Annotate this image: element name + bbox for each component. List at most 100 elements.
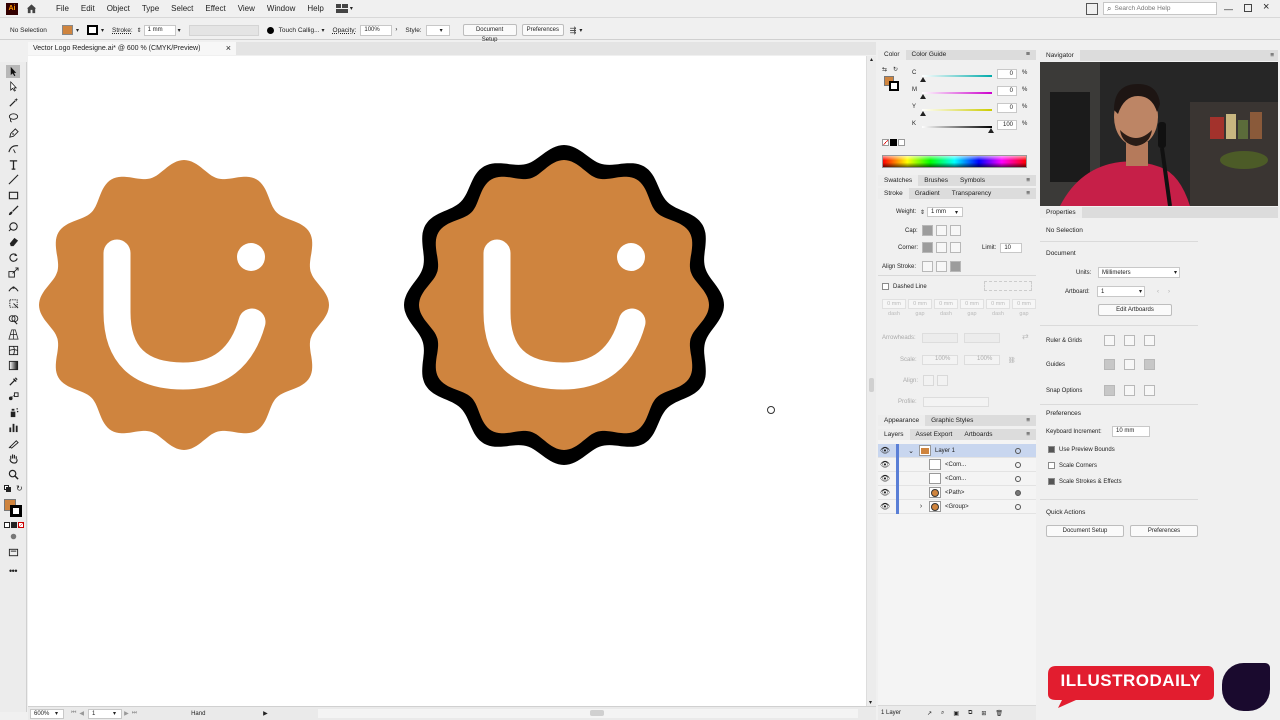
color-spectrum[interactable] xyxy=(882,155,1027,168)
first-artboard-icon[interactable]: ⏮ xyxy=(71,710,76,717)
limit-field[interactable]: 10 xyxy=(1000,242,1023,253)
arrange-documents-icon[interactable] xyxy=(1086,3,1098,15)
width-tool-icon[interactable] xyxy=(6,282,20,295)
visibility-eye-icon[interactable]: 👁 xyxy=(878,460,892,469)
menu-item-help[interactable]: Help xyxy=(301,0,329,18)
menu-item-effect[interactable]: Effect xyxy=(199,0,231,18)
menu-item-window[interactable]: Window xyxy=(261,0,301,18)
arrowhead-start-select[interactable] xyxy=(922,333,958,343)
stroke-stepper[interactable]: ⇕ xyxy=(137,27,142,34)
dash-gap-field[interactable]: 0 mm xyxy=(882,299,906,309)
keyboard-increment-field[interactable]: 10 mm xyxy=(1112,426,1150,437)
free-transform-tool-icon[interactable] xyxy=(6,297,20,310)
curvature-tool-icon[interactable] xyxy=(6,142,20,155)
opacity-arrow-icon[interactable]: › xyxy=(395,27,397,33)
gradient-mode-icon[interactable] xyxy=(11,521,17,528)
last-artboard-icon[interactable]: ⏭ xyxy=(132,710,137,717)
make-clipping-mask-icon[interactable]: ▣ xyxy=(953,710,959,717)
fill-dropdown-icon[interactable]: ▾ xyxy=(76,27,79,34)
channel-value-field[interactable]: 0 xyxy=(997,86,1017,96)
close-window-icon[interactable]: × xyxy=(1263,1,1269,13)
arrow-align-extend-icon[interactable] xyxy=(923,375,934,386)
tab-layers[interactable]: Layers xyxy=(878,429,910,440)
dash-gap-field[interactable]: 0 mm xyxy=(908,299,932,309)
expand-toggle-icon[interactable]: ⌄ xyxy=(905,447,917,455)
layer-name[interactable]: <Group> xyxy=(945,504,1005,510)
align-center-icon[interactable] xyxy=(922,261,933,272)
layer-sublayer-row[interactable]: 👁 <Com... xyxy=(878,471,1036,486)
ruler-icon[interactable] xyxy=(1104,335,1115,346)
direct-selection-tool-icon[interactable] xyxy=(6,80,20,93)
stroke-weight-dropdown-icon[interactable]: ▾ xyxy=(178,27,181,34)
next-artboard-icon[interactable]: ▶ xyxy=(124,710,129,717)
layer-name[interactable]: <Com... xyxy=(945,462,1005,468)
grid-icon[interactable] xyxy=(1124,335,1135,346)
lock-guides-icon[interactable] xyxy=(1124,359,1135,370)
quick-document-setup-button[interactable]: Document Setup xyxy=(1046,525,1124,537)
miter-join-icon[interactable] xyxy=(922,242,933,253)
visibility-eye-icon[interactable]: 👁 xyxy=(878,502,892,511)
scale-tool-icon[interactable] xyxy=(6,266,20,279)
channel-value-field[interactable]: 0 xyxy=(997,69,1017,79)
zoom-tool-icon[interactable] xyxy=(6,468,20,481)
tab-navigator[interactable]: Navigator xyxy=(1040,50,1080,61)
use-preview-bounds-checkbox[interactable] xyxy=(1048,446,1055,453)
new-layer-icon[interactable]: ⊞ xyxy=(981,710,986,717)
layer-name[interactable]: <Path> xyxy=(945,490,1005,496)
default-fill-stroke-icon[interactable]: ↻ xyxy=(0,484,26,497)
logo-without-outline[interactable] xyxy=(39,160,329,450)
weight-stepper[interactable]: ⇕ xyxy=(920,209,925,216)
prev-artboard-arrow-icon[interactable]: ‹ xyxy=(1157,289,1159,295)
variable-width-field[interactable] xyxy=(188,24,259,36)
next-artboard-arrow-icon[interactable]: › xyxy=(1168,289,1170,295)
scale-corners-checkbox[interactable] xyxy=(1048,462,1055,469)
channel-value-field[interactable]: 0 xyxy=(997,103,1017,113)
fill-swatch[interactable] xyxy=(62,25,73,35)
dash-gap-field[interactable]: 0 mm xyxy=(1012,299,1036,309)
style-dropdown-icon[interactable]: ▾ xyxy=(440,27,443,34)
slider-track[interactable] xyxy=(922,126,992,128)
artboard-dropdown-icon[interactable]: ▾ xyxy=(113,710,116,717)
dash-gap-field[interactable]: 0 mm xyxy=(934,299,958,309)
style-swatch[interactable] xyxy=(425,24,450,36)
snap-to-point-icon[interactable] xyxy=(1104,385,1115,396)
new-sublayer-icon[interactable]: ⧉ xyxy=(968,710,972,717)
tab-artboards[interactable]: Artboards xyxy=(958,429,998,440)
stroke-swatch[interactable] xyxy=(87,25,99,35)
slice-tool-icon[interactable] xyxy=(6,437,20,450)
blend-tool-icon[interactable] xyxy=(6,390,20,403)
line-segment-tool-icon[interactable] xyxy=(6,173,20,186)
slider-m[interactable]: M 0% xyxy=(908,85,1034,99)
color-fill-stroke-proxy[interactable]: ⇆ ↻ xyxy=(882,66,902,98)
tab-transparency[interactable]: Transparency xyxy=(946,188,998,199)
slider-k[interactable]: K 100% xyxy=(908,119,1034,133)
symbol-sprayer-tool-icon[interactable] xyxy=(6,406,20,419)
column-graph-tool-icon[interactable] xyxy=(6,421,20,434)
swap-arrowheads-icon[interactable]: ⇄ xyxy=(1022,332,1029,341)
document-tab[interactable]: Vector Logo Redesigne.ai* @ 600 % (CMYK/… xyxy=(28,42,236,55)
layer-sublayer-row[interactable]: 👁 <Path> xyxy=(878,485,1036,500)
magic-wand-tool-icon[interactable] xyxy=(6,96,20,109)
home-icon[interactable] xyxy=(24,2,38,16)
stroke-menu-icon[interactable]: ≡ xyxy=(1020,188,1036,199)
black-color-swatch[interactable] xyxy=(890,139,897,146)
tab-color-guide[interactable]: Color Guide xyxy=(906,50,953,60)
stroke-weight-field[interactable]: 1 mm xyxy=(143,24,176,36)
rectangle-tool-icon[interactable] xyxy=(6,189,20,202)
screen-mode-icon[interactable] xyxy=(6,546,20,559)
snap-to-glyph-icon[interactable] xyxy=(1144,385,1155,396)
tab-symbols[interactable]: Symbols xyxy=(954,175,991,186)
workspace-switcher-icon[interactable]: ▾ xyxy=(335,3,358,15)
prev-artboard-icon[interactable]: ◀ xyxy=(79,710,84,717)
slider-y[interactable]: Y 0% xyxy=(908,102,1034,116)
menu-item-select[interactable]: Select xyxy=(165,0,199,18)
perspective-grid-tool-icon[interactable] xyxy=(6,328,20,341)
white-color-swatch[interactable] xyxy=(898,139,905,146)
vertical-scrollbar[interactable]: ▴ ▾ xyxy=(866,56,876,706)
menu-item-type[interactable]: Type xyxy=(136,0,165,18)
align-outside-icon[interactable] xyxy=(950,261,961,272)
menu-item-object[interactable]: Object xyxy=(101,0,136,18)
canvas[interactable] xyxy=(28,56,866,706)
pen-tool-icon[interactable] xyxy=(6,127,20,140)
dash-gap-field[interactable]: 0 mm xyxy=(960,299,984,309)
